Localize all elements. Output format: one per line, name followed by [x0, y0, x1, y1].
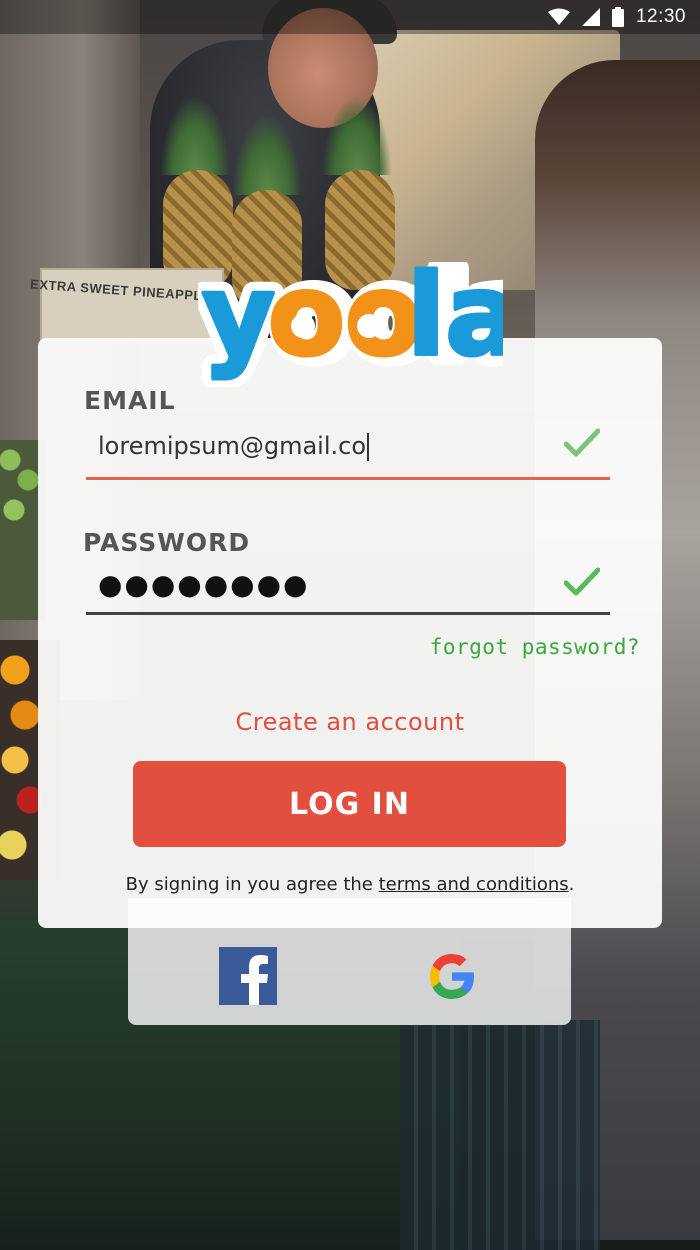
svg-text:oo: oo: [268, 262, 422, 381]
terms-text: By signing in you agree the terms and co…: [0, 874, 700, 895]
password-label: PASSWORD: [83, 528, 251, 557]
text-caret: [367, 433, 369, 461]
status-bar: 12:30: [0, 0, 700, 34]
terms-link[interactable]: terms and conditions: [379, 874, 569, 895]
cell-signal-icon: [581, 8, 600, 26]
yoola-logo: yoola y oo la: [191, 240, 554, 392]
facebook-icon[interactable]: [219, 947, 277, 1005]
login-button[interactable]: LOG IN: [133, 761, 566, 847]
password-underline: [86, 612, 610, 615]
battery-icon: [611, 7, 624, 27]
email-underline: [86, 477, 610, 480]
email-input[interactable]: loremipsum@gmail.co: [98, 432, 369, 461]
email-label: EMAIL: [84, 386, 176, 415]
terms-prefix: By signing in you agree the: [125, 874, 379, 895]
email-value: loremipsum@gmail.co: [98, 432, 366, 460]
create-account-link[interactable]: Create an account: [0, 708, 700, 736]
terms-suffix: .: [568, 874, 575, 895]
google-icon[interactable]: [423, 947, 481, 1005]
password-value: ●●●●●●●●: [98, 568, 310, 601]
wifi-icon: [547, 8, 570, 25]
svg-text:la: la: [407, 262, 503, 381]
svg-text:y: y: [202, 262, 275, 381]
email-valid-check-icon: [564, 428, 600, 457]
forgot-password-link[interactable]: forgot password?: [430, 635, 640, 659]
password-input[interactable]: ●●●●●●●●: [98, 568, 309, 601]
status-time: 12:30: [635, 6, 686, 27]
password-valid-check-icon: [564, 567, 600, 596]
